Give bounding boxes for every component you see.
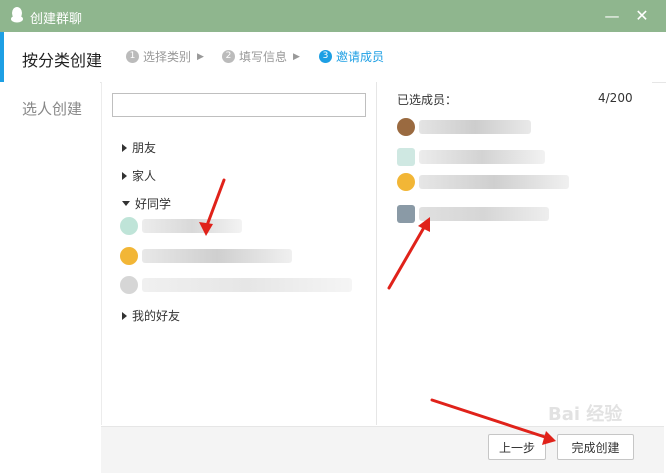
- annotation-arrowhead: [542, 431, 556, 445]
- annotation-arrows: [199, 178, 556, 445]
- annotation-arrow: [430, 398, 550, 440]
- annotation-arrow: [204, 178, 226, 230]
- annotation-arrowhead: [199, 222, 213, 236]
- annotation-arrow: [387, 222, 428, 290]
